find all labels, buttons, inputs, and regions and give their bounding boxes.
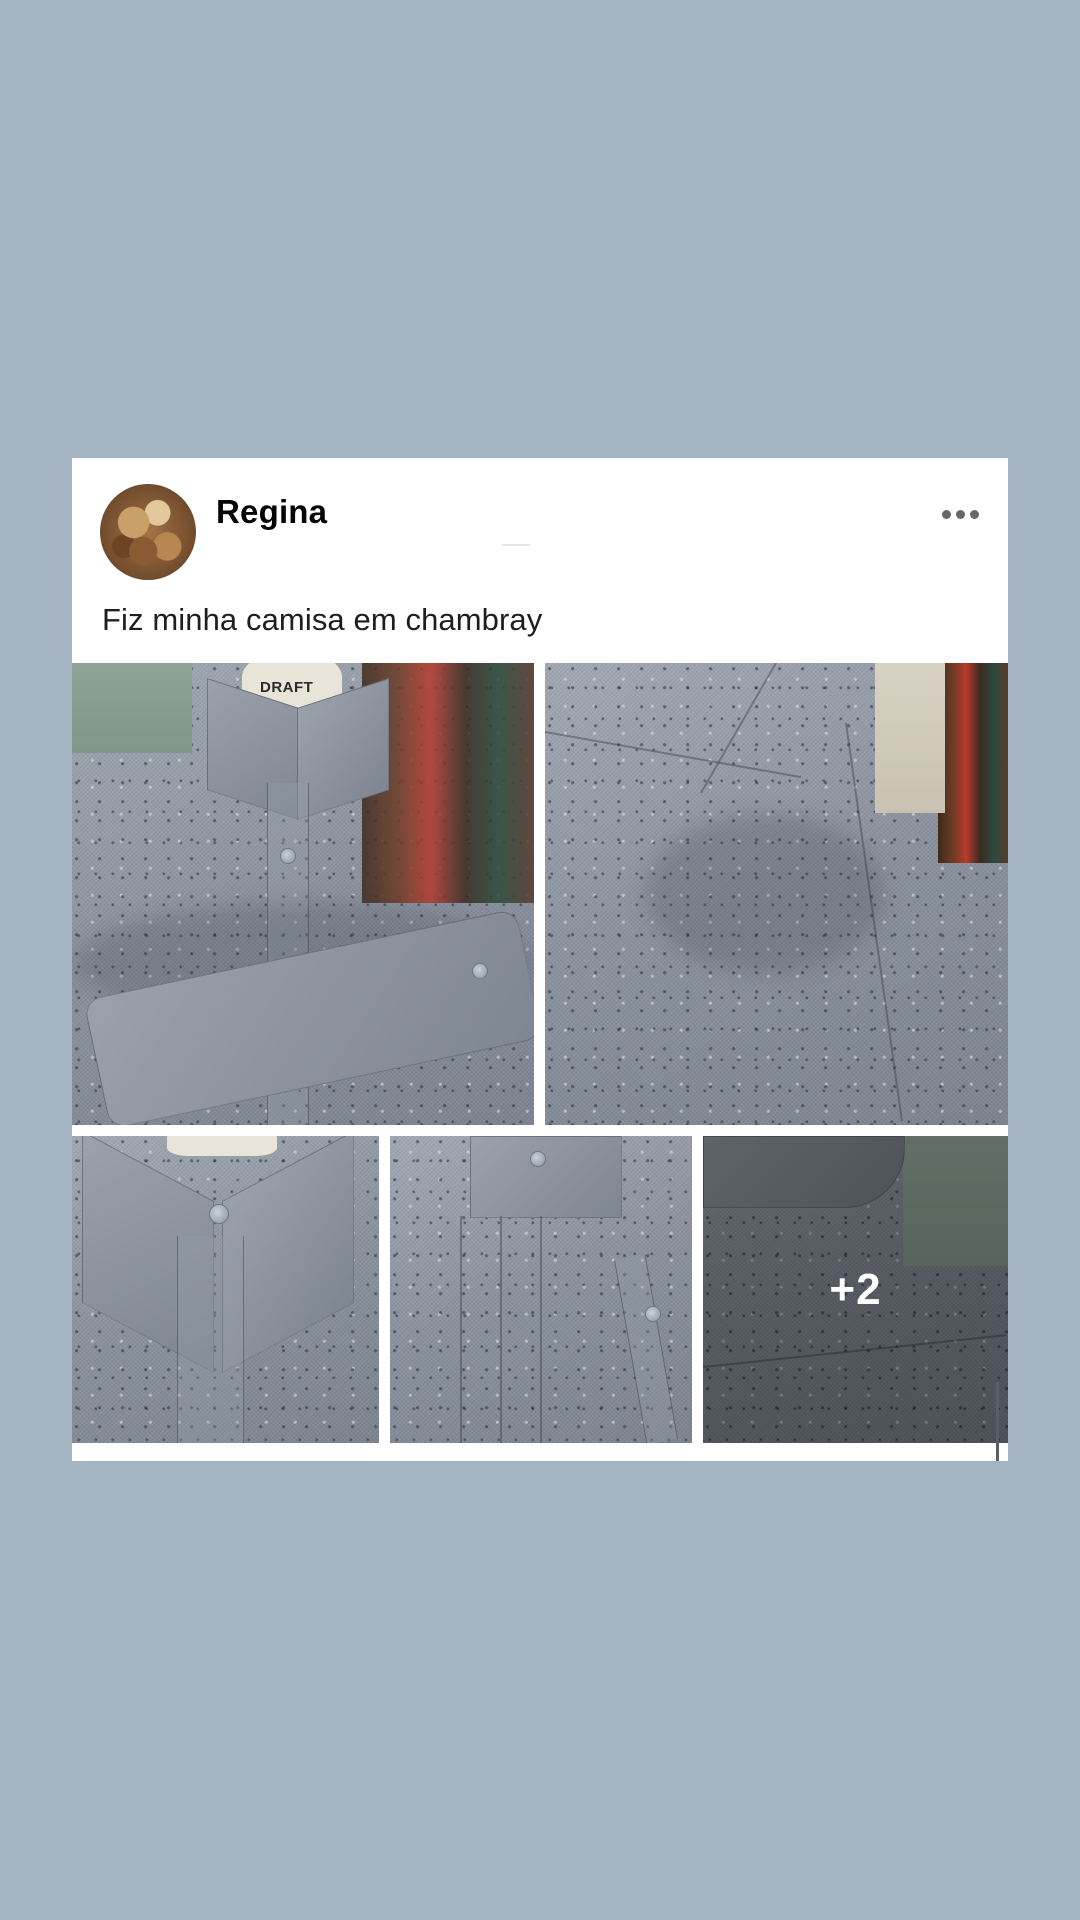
placket-button bbox=[645, 1306, 661, 1322]
author-name[interactable]: Regina bbox=[216, 493, 327, 531]
more-options-icon bbox=[941, 509, 951, 519]
pleat-line bbox=[540, 1216, 542, 1443]
post-caption: Fiz minha camisa em chambray bbox=[102, 602, 543, 637]
divider bbox=[502, 544, 530, 546]
shirt-cuff bbox=[470, 1136, 622, 1218]
photo-4-cuff-pleats[interactable] bbox=[390, 1136, 692, 1443]
photo-background-wall bbox=[72, 663, 192, 753]
yoke-seam bbox=[545, 731, 802, 779]
photo-background-wall bbox=[875, 663, 945, 813]
shoulder-seam bbox=[700, 663, 777, 794]
post-card: Regina Fiz minha camisa em chambray DRAF… bbox=[72, 458, 1008, 1461]
author-avatar[interactable] bbox=[100, 484, 196, 580]
cuff-button bbox=[530, 1151, 546, 1167]
scrollbar[interactable] bbox=[996, 1382, 999, 1461]
more-photos-overlay[interactable]: +2 bbox=[703, 1136, 1008, 1443]
mannequin-brand-label: DRAFT bbox=[260, 679, 314, 696]
photo-1-shirt-front[interactable]: DRAFT bbox=[72, 663, 534, 1125]
more-options-button[interactable] bbox=[934, 502, 986, 526]
fabric-shadow bbox=[645, 813, 885, 973]
photo-3-collar-closeup[interactable] bbox=[72, 1136, 379, 1443]
more-photos-count: +2 bbox=[829, 1264, 882, 1314]
more-options-icon bbox=[955, 509, 965, 519]
sleeve-placket bbox=[614, 1254, 678, 1443]
shirt-button bbox=[280, 848, 296, 864]
page: { "post": { "author": "Regina", "caption… bbox=[0, 0, 1080, 1920]
post-header: Regina bbox=[72, 458, 1008, 580]
pleat-line bbox=[500, 1216, 502, 1443]
shirt-placket bbox=[177, 1236, 244, 1443]
more-options-icon bbox=[969, 509, 979, 519]
photo-2-shoulder-detail[interactable] bbox=[545, 663, 1008, 1125]
cuff-button bbox=[472, 963, 488, 979]
photo-5-back-view[interactable]: +2 bbox=[703, 1136, 1008, 1443]
photo-background-bookshelf bbox=[938, 663, 1008, 863]
mannequin-neck bbox=[167, 1136, 277, 1156]
pleat-line bbox=[460, 1216, 462, 1443]
collar-button bbox=[209, 1204, 229, 1224]
